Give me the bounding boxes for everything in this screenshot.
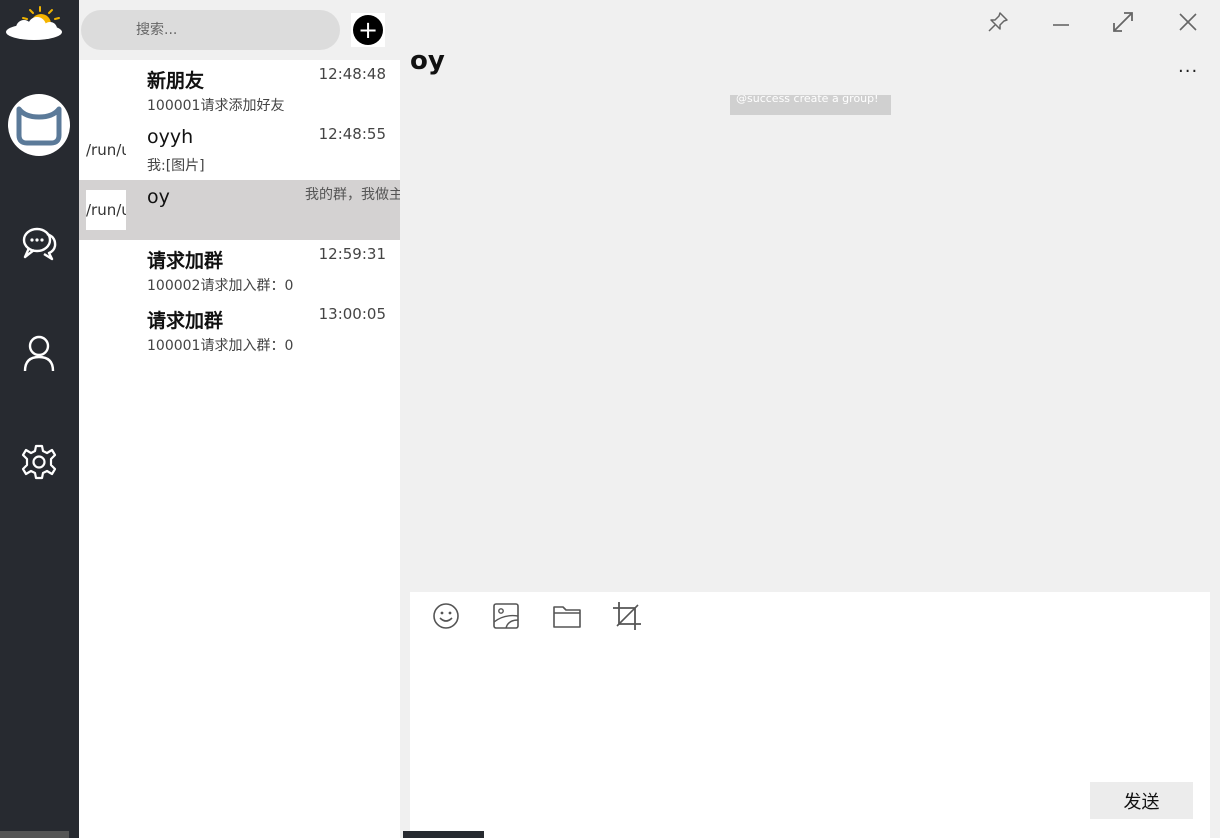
maximize-icon bbox=[1113, 12, 1133, 32]
conversation-preview: 100002请求加入群：0 bbox=[147, 278, 294, 294]
bottom-bar-segment bbox=[0, 831, 69, 838]
conversation-item-active[interactable]: /run/user oy 我的群，我做主 bbox=[79, 180, 400, 240]
conversation-name: 请求加群 bbox=[147, 250, 224, 272]
conversation-time: 13:00:05 bbox=[318, 305, 386, 323]
avatar-face-icon bbox=[16, 106, 62, 146]
file-button[interactable] bbox=[551, 600, 583, 632]
list-header: + bbox=[79, 0, 400, 60]
emoji-icon bbox=[433, 603, 459, 629]
chat-title: oy bbox=[410, 46, 445, 76]
screenshot-button[interactable] bbox=[611, 600, 643, 632]
pin-button[interactable] bbox=[982, 6, 1014, 38]
minimize-button[interactable] bbox=[1045, 6, 1077, 38]
image-icon bbox=[493, 603, 519, 629]
user-icon bbox=[23, 335, 55, 372]
conversation-avatar: /run/user bbox=[86, 130, 126, 170]
conversation-avatar: /run/user bbox=[86, 190, 126, 230]
bottom-bar-segment bbox=[403, 831, 484, 838]
maximize-button[interactable] bbox=[1107, 6, 1139, 38]
search-input[interactable] bbox=[81, 10, 340, 50]
conversation-overflow-text: 我的群，我做主 bbox=[305, 187, 400, 203]
chat-bubbles-icon bbox=[22, 227, 57, 261]
nav-settings-button[interactable] bbox=[17, 440, 61, 484]
conversation-name: oyyh bbox=[147, 126, 194, 148]
close-button[interactable] bbox=[1172, 6, 1204, 38]
avatar[interactable] bbox=[8, 94, 70, 156]
minimize-icon bbox=[1053, 24, 1069, 26]
folder-icon bbox=[553, 606, 581, 628]
weather-sun-cloud-icon bbox=[4, 4, 72, 42]
conversation-name: 新朋友 bbox=[147, 70, 205, 92]
conversation-panel: + 新朋友 12:48:48 100001请求添加好友 /run/user oy… bbox=[79, 0, 400, 838]
conversation-preview: 我:[图片] bbox=[147, 158, 205, 174]
system-notice: @success create a group! bbox=[730, 95, 891, 115]
conversation-time: 12:59:31 bbox=[318, 245, 386, 263]
conversation-time: 12:48:55 bbox=[318, 125, 386, 143]
conversation-name: oy bbox=[147, 186, 170, 208]
conversation-item[interactable]: 请求加群 13:00:05 100001请求加入群：0 bbox=[79, 300, 400, 360]
conversation-item[interactable]: /run/user oyyh 12:48:55 我:[图片] bbox=[79, 120, 400, 180]
conversation-item[interactable]: 请求加群 12:59:31 100002请求加入群：0 bbox=[79, 240, 400, 300]
conversation-name: 请求加群 bbox=[147, 310, 224, 332]
more-options-button[interactable]: ... bbox=[1178, 56, 1198, 77]
pin-icon bbox=[988, 12, 1008, 32]
conversation-preview: 100001请求添加好友 bbox=[147, 98, 285, 114]
send-button[interactable]: 发送 bbox=[1090, 782, 1193, 819]
conversation-preview: 100001请求加入群：0 bbox=[147, 338, 294, 354]
add-button[interactable]: + bbox=[351, 13, 385, 47]
close-icon bbox=[1179, 13, 1197, 31]
conversation-time: 12:48:48 bbox=[318, 65, 386, 83]
image-button[interactable] bbox=[490, 600, 522, 632]
conversation-list: 新朋友 12:48:48 100001请求添加好友 /run/user oyyh… bbox=[79, 60, 400, 360]
plus-icon: + bbox=[353, 15, 383, 45]
conversation-item[interactable]: 新朋友 12:48:48 100001请求添加好友 bbox=[79, 60, 400, 120]
nav-contacts-button[interactable] bbox=[17, 331, 61, 375]
sidebar bbox=[0, 0, 79, 838]
emoji-button[interactable] bbox=[430, 600, 462, 632]
message-composer[interactable]: 发送 bbox=[410, 592, 1210, 838]
nav-chats-button[interactable] bbox=[17, 221, 61, 265]
crop-icon bbox=[613, 602, 641, 630]
gear-icon bbox=[21, 444, 57, 480]
